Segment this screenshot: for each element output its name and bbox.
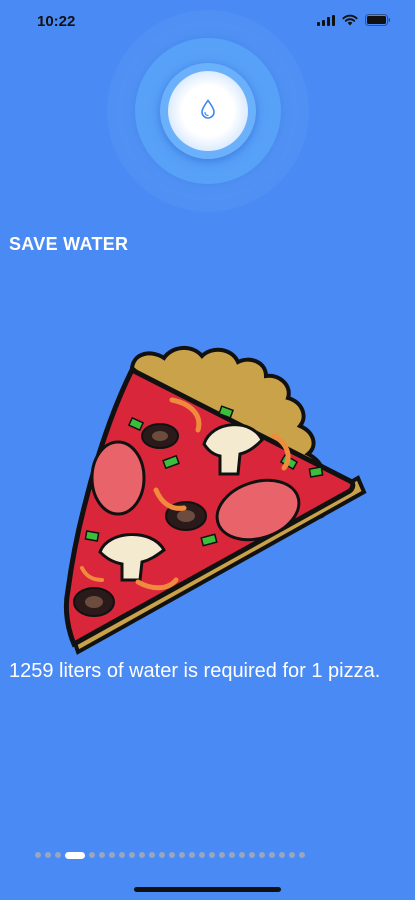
home-indicator[interactable] — [134, 887, 281, 892]
battery-icon — [365, 14, 391, 26]
page-dot-active[interactable] — [65, 851, 85, 859]
page-dot[interactable] — [99, 852, 105, 858]
water-fact-text: 1259 liters of water is required for 1 p… — [9, 660, 381, 682]
page-dot[interactable] — [119, 852, 125, 858]
page-dot[interactable] — [179, 852, 185, 858]
cellular-signal-icon — [317, 14, 335, 26]
page-dot[interactable] — [45, 852, 51, 858]
page-dot[interactable] — [259, 852, 265, 858]
pizza-slice-illustration — [52, 340, 368, 658]
page-dot[interactable] — [169, 852, 175, 858]
page-dot[interactable] — [149, 852, 155, 858]
page-indicator[interactable] — [35, 850, 385, 860]
page-dot[interactable] — [249, 852, 255, 858]
page-dot[interactable] — [289, 852, 295, 858]
page-dot[interactable] — [109, 852, 115, 858]
page-dot[interactable] — [219, 852, 225, 858]
page-title: SAVE WATER — [9, 234, 129, 254]
page-dot[interactable] — [299, 852, 305, 858]
logo-core — [168, 71, 248, 151]
page-dot[interactable] — [159, 852, 165, 858]
page-dot[interactable] — [239, 852, 245, 858]
page-dot[interactable] — [139, 852, 145, 858]
status-icons — [317, 14, 391, 26]
page-dot[interactable] — [89, 852, 95, 858]
page-dot[interactable] — [129, 852, 135, 858]
wifi-icon — [342, 14, 358, 26]
page-dot[interactable] — [35, 852, 41, 858]
page-dot[interactable] — [209, 852, 215, 858]
page-dot[interactable] — [55, 852, 61, 858]
page-dot[interactable] — [229, 852, 235, 858]
page-dot[interactable] — [199, 852, 205, 858]
page-dot[interactable] — [269, 852, 275, 858]
status-time: 10:22 — [37, 13, 76, 30]
page-dot[interactable] — [279, 852, 285, 858]
water-logo — [107, 10, 309, 212]
water-drop-icon — [200, 98, 216, 124]
page-dot[interactable] — [189, 852, 195, 858]
